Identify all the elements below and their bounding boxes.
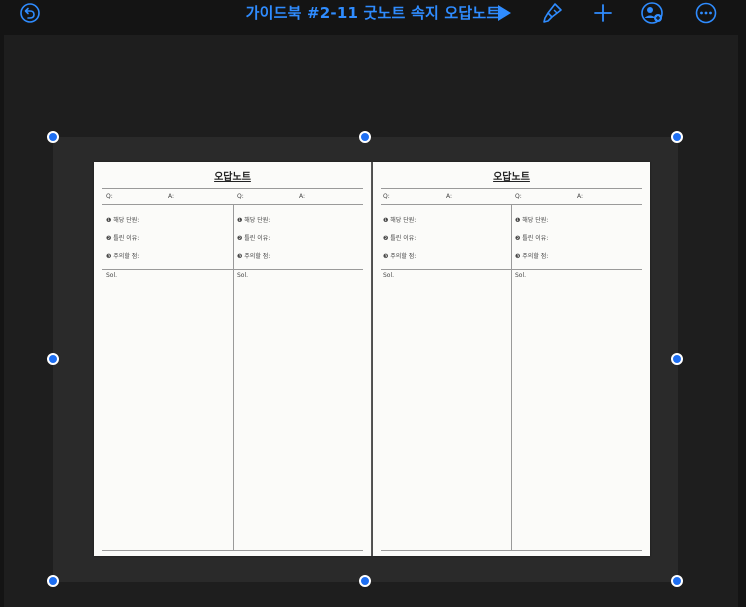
resize-handle-bottom-right[interactable] xyxy=(671,575,683,587)
caution-label: ❸ 주의할 점: xyxy=(515,253,549,260)
top-toolbar: 가이드북 #2-11 굿노트 속지 오답노트 xyxy=(0,0,746,34)
more-icon[interactable] xyxy=(694,1,718,25)
resize-handle-top[interactable] xyxy=(359,131,371,143)
reason-label: ❷ 틀린 이유: xyxy=(237,235,271,242)
sol-label: Sol. xyxy=(106,272,118,279)
unit-label: ❶ 해당 단원: xyxy=(383,217,417,224)
sol-label: Sol. xyxy=(515,272,527,279)
a-label: A: xyxy=(168,193,175,200)
column-divider xyxy=(233,204,234,550)
reason-label: ❷ 틀린 이유: xyxy=(383,235,417,242)
reason-label: ❷ 틀린 이유: xyxy=(515,235,549,242)
q-label: Q: xyxy=(106,193,113,200)
unit-label: ❶ 해당 단원: xyxy=(106,217,140,224)
q-label: Q: xyxy=(515,193,522,200)
note-page-right[interactable]: 오답노트 Q: A: Q: A: ❶ 해당 단원: ❷ 틀린 이유: ❸ 주의할… xyxy=(373,162,650,556)
note-page-left[interactable]: 오답노트 Q: A: Q: A: ❶ 해당 단원: ❷ 틀린 이유: ❸ 주의할… xyxy=(94,162,371,556)
divider-line xyxy=(381,188,642,189)
unit-label: ❶ 해당 단원: xyxy=(237,217,271,224)
brush-icon[interactable] xyxy=(540,1,564,25)
resize-handle-bottom[interactable] xyxy=(359,575,371,587)
a-label: A: xyxy=(446,193,453,200)
page-title: 오답노트 xyxy=(214,172,251,183)
caution-label: ❸ 주의할 점: xyxy=(383,253,417,260)
divider-line xyxy=(102,188,363,189)
a-label: A: xyxy=(577,193,584,200)
sol-label: Sol. xyxy=(237,272,249,279)
play-icon[interactable] xyxy=(492,1,516,25)
resize-handle-bottom-left[interactable] xyxy=(47,575,59,587)
unit-label: ❶ 해당 단원: xyxy=(515,217,549,224)
bottom-line xyxy=(381,550,642,551)
q-label: Q: xyxy=(237,193,244,200)
caution-label: ❸ 주의할 점: xyxy=(237,253,271,260)
collaborate-icon[interactable] xyxy=(640,1,664,25)
resize-handle-top-right[interactable] xyxy=(671,131,683,143)
reason-label: ❷ 틀린 이유: xyxy=(106,235,140,242)
add-icon[interactable] xyxy=(591,1,615,25)
resize-handle-left[interactable] xyxy=(47,353,59,365)
resize-handle-top-left[interactable] xyxy=(47,131,59,143)
bottom-line xyxy=(102,550,363,551)
resize-handle-right[interactable] xyxy=(671,353,683,365)
page-title: 오답노트 xyxy=(493,172,530,183)
caution-label: ❸ 주의할 점: xyxy=(106,253,140,260)
sol-label: Sol. xyxy=(383,272,395,279)
column-divider xyxy=(511,204,512,550)
document-title: 가이드북 #2-11 굿노트 속지 오답노트 xyxy=(245,4,501,22)
a-label: A: xyxy=(299,193,306,200)
q-label: Q: xyxy=(383,193,390,200)
